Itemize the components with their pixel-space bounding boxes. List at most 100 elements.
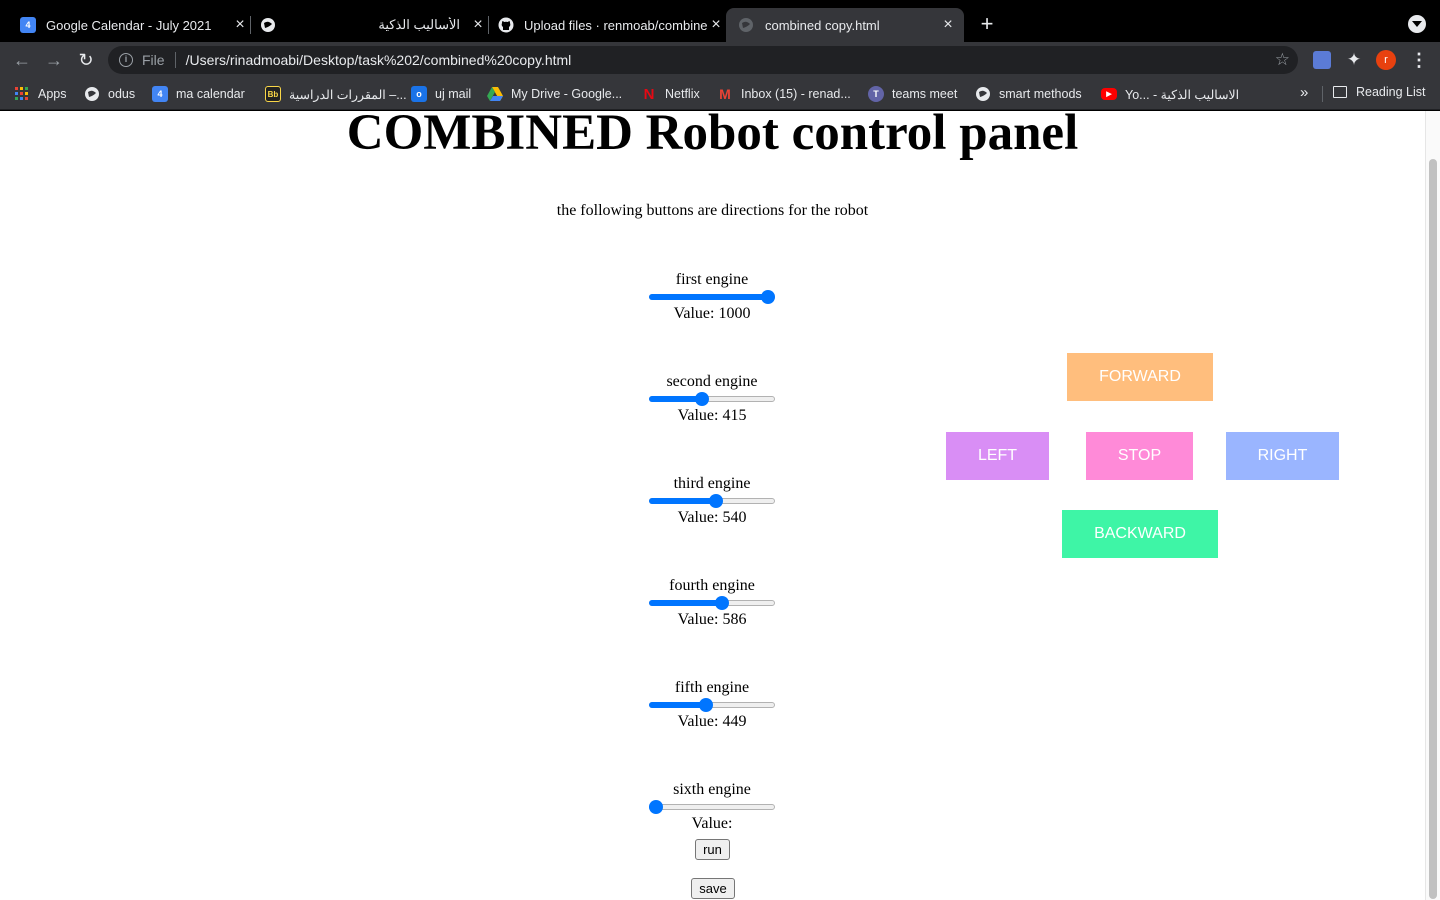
engine-label: third engine xyxy=(673,475,751,492)
bookmark-courses[interactable]: Bb المقررات الدراسية –... xyxy=(265,85,407,103)
bookmark-uj-mail[interactable]: o uj mail xyxy=(411,85,471,103)
globe-icon xyxy=(84,86,100,102)
bookmark-netflix[interactable]: N Netflix xyxy=(641,85,700,103)
bookmark-label: uj mail xyxy=(435,87,472,101)
address-url: /Users/rinadmoabi/Desktop/task%202/combi… xyxy=(185,52,572,68)
scrollbar-thumb[interactable] xyxy=(1429,159,1437,899)
address-divider xyxy=(174,52,176,68)
bookmark-apps[interactable]: Apps xyxy=(14,85,67,103)
bookmark-odus[interactable]: odus xyxy=(84,85,135,103)
info-icon[interactable]: i xyxy=(119,53,133,67)
bookmark-my-drive[interactable]: My Drive - Google... xyxy=(487,85,622,103)
github-icon xyxy=(498,17,514,33)
netflix-icon: N xyxy=(643,85,655,103)
engine-label: second engine xyxy=(666,373,758,390)
reading-list-button[interactable]: Reading List xyxy=(1333,85,1426,99)
close-icon[interactable]: × xyxy=(708,16,724,33)
bookmark-label: odus xyxy=(108,87,136,101)
slider-thumb[interactable] xyxy=(761,290,775,304)
forward-arrow-icon[interactable]: → xyxy=(44,50,64,70)
bookmark-gmail-inbox[interactable]: M Inbox (15) - renad... xyxy=(717,85,851,103)
bookmark-ma-calendar[interactable]: 4 ma calendar xyxy=(152,85,245,103)
bookmarks-divider xyxy=(1322,86,1323,102)
engine-value: Value: xyxy=(691,815,733,832)
close-icon[interactable]: × xyxy=(470,16,486,33)
bookmark-label: ma calendar xyxy=(176,87,245,101)
bookmarks-bar: Apps odus 4 ma calendar Bb المقررات الدر… xyxy=(0,78,1440,110)
engine-first-slider[interactable] xyxy=(649,290,775,304)
engine-value: Value: 449 xyxy=(677,713,747,730)
back-arrow-icon[interactable]: ← xyxy=(12,50,32,70)
engine-value: Value: 1000 xyxy=(673,305,751,322)
tab-title: combined copy.html xyxy=(765,17,880,33)
address-bar[interactable]: i File /Users/rinadmoabi/Desktop/task%20… xyxy=(108,46,1298,74)
page-viewport: COMBINED Robot control panel the followi… xyxy=(0,111,1425,900)
engine-label: sixth engine xyxy=(673,781,751,798)
tab-title: الأساليب الذكية xyxy=(378,17,460,32)
slider-fill xyxy=(649,702,707,708)
tab-separator xyxy=(250,16,251,34)
globe-icon xyxy=(975,86,991,102)
blackboard-icon: Bb xyxy=(265,86,281,102)
extensions-puzzle-icon[interactable]: ✦ xyxy=(1345,51,1363,69)
apps-grid-icon xyxy=(14,86,30,102)
engine-fifth-slider[interactable] xyxy=(649,698,775,712)
engine-second: second engine Value: 415 xyxy=(612,372,812,426)
reading-list-icon xyxy=(1333,86,1347,98)
bookmark-youtube[interactable]: ▶ Yo... - الاساليب الذكية xyxy=(1101,85,1239,103)
more-bookmarks-chevron-icon[interactable]: » xyxy=(1300,84,1308,101)
drive-icon xyxy=(487,86,503,102)
bookmark-label: Apps xyxy=(38,87,67,101)
bookmark-star-icon[interactable]: ☆ xyxy=(1275,50,1290,70)
bookmark-label: Inbox (15) - renad... xyxy=(741,87,851,101)
slider-track xyxy=(649,804,775,810)
close-icon[interactable]: × xyxy=(232,16,248,33)
tab-combined-copy[interactable]: combined copy.html × xyxy=(726,8,964,42)
reload-icon[interactable]: ↻ xyxy=(76,50,96,70)
bookmark-label: Netflix xyxy=(665,87,700,101)
slider-fill xyxy=(649,498,717,504)
profile-avatar[interactable]: r xyxy=(1376,50,1396,70)
engine-fourth-slider[interactable] xyxy=(649,596,775,610)
engine-value: Value: 415 xyxy=(677,407,747,424)
engine-third-slider[interactable] xyxy=(649,494,775,508)
run-button[interactable]: run xyxy=(695,839,730,860)
page-title: COMBINED Robot control panel xyxy=(346,111,1079,161)
page-subtitle: the following buttons are directions for… xyxy=(556,202,869,219)
tab-smart-methods[interactable]: الأساليب الذكية × xyxy=(252,8,486,42)
browser-toolbar: ← → ↻ i File /Users/rinadmoabi/Desktop/t… xyxy=(0,42,1440,78)
new-tab-plus-icon[interactable]: + xyxy=(976,13,998,36)
engine-sixth-slider[interactable] xyxy=(649,800,775,814)
stop-button[interactable]: STOP xyxy=(1086,432,1193,480)
bookmark-teams-meet[interactable]: T teams meet xyxy=(868,85,957,103)
browser-menu-icon[interactable]: ⋮ xyxy=(1410,51,1428,69)
engine-value: Value: 540 xyxy=(677,509,747,526)
tab-search-chevron-icon[interactable] xyxy=(1408,15,1426,33)
engine-first: first engine Value: 1000 xyxy=(612,270,812,324)
backward-button[interactable]: BACKWARD xyxy=(1062,510,1218,558)
bookmark-label: المقررات الدراسية –... xyxy=(289,87,407,102)
bookmark-smart-methods[interactable]: smart methods xyxy=(975,85,1082,103)
gmail-icon: M xyxy=(719,86,731,102)
bookmark-label: teams meet xyxy=(892,87,958,101)
close-icon[interactable]: × xyxy=(940,16,956,33)
slider-thumb[interactable] xyxy=(714,596,729,610)
engine-fifth: fifth engine Value: 449 xyxy=(612,678,812,732)
forward-button[interactable]: FORWARD xyxy=(1067,353,1213,401)
extension-icon[interactable] xyxy=(1313,51,1331,69)
slider-thumb[interactable] xyxy=(699,698,714,712)
bookmark-label: Yo... - الاساليب الذكية xyxy=(1125,87,1240,102)
tab-github-upload[interactable]: Upload files · renmoab/combined × xyxy=(490,8,724,42)
right-button[interactable]: RIGHT xyxy=(1226,432,1339,480)
engine-label: fifth engine xyxy=(674,679,750,696)
save-button[interactable]: save xyxy=(691,878,735,899)
slider-thumb[interactable] xyxy=(709,494,724,508)
left-button[interactable]: LEFT xyxy=(946,432,1049,480)
slider-thumb[interactable] xyxy=(695,392,710,406)
tab-title: Upload files · renmoab/combined xyxy=(524,17,708,33)
page-scrollbar[interactable] xyxy=(1425,111,1440,900)
tab-google-calendar[interactable]: 4 Google Calendar - July 2021 × xyxy=(12,8,248,42)
slider-thumb[interactable] xyxy=(649,800,663,814)
engine-second-slider[interactable] xyxy=(649,392,775,406)
bookmark-label: smart methods xyxy=(999,87,1082,101)
